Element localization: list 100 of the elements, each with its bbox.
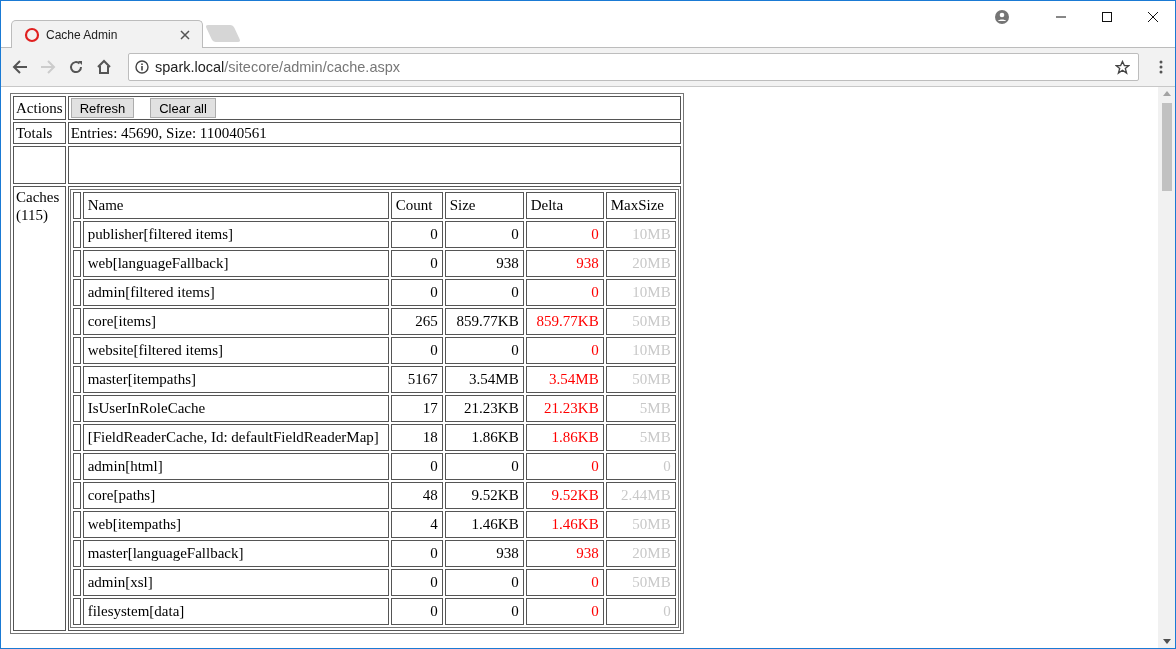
table-cell: 9.52KB — [444, 482, 524, 509]
info-icon — [135, 60, 149, 74]
scrollbar-thumb[interactable] — [1161, 103, 1172, 191]
table-cell: 0 — [525, 569, 604, 596]
table-cell: 0 — [390, 221, 443, 248]
table-cell: 3.54MB — [444, 366, 524, 393]
maximize-icon[interactable] — [1101, 11, 1113, 23]
table-cell: 0 — [525, 453, 604, 480]
table-cell: IsUserInRoleCache — [82, 395, 389, 422]
menu-icon[interactable] — [1159, 60, 1163, 74]
table-cell: 21.23KB — [444, 395, 524, 422]
empty-cell — [72, 308, 81, 335]
ring-icon — [24, 26, 40, 43]
scrollbar[interactable] — [1158, 87, 1175, 648]
empty-cell — [13, 146, 66, 184]
close-icon[interactable] — [1147, 11, 1159, 23]
empty-cell — [72, 192, 81, 219]
table-cell: admin[xsl] — [82, 569, 389, 596]
scroll-down-icon[interactable] — [1162, 639, 1171, 644]
empty-cell — [72, 540, 81, 567]
table-cell: core[paths] — [82, 482, 389, 509]
table-cell: 17 — [390, 395, 443, 422]
empty-cell — [72, 250, 81, 277]
table-cell: 0 — [390, 337, 443, 364]
empty-cell — [72, 453, 81, 480]
table-cell: 0 — [444, 598, 524, 625]
empty-cell — [72, 279, 81, 306]
refresh-button[interactable]: Refresh — [70, 98, 135, 118]
empty-cell — [72, 482, 81, 509]
address-bar[interactable]: spark.local/sitecore/admin/cache.aspx — [128, 53, 1139, 81]
account-icon[interactable] — [995, 10, 1009, 24]
table-cell: 938 — [444, 250, 524, 277]
column-header: MaxSize — [605, 192, 676, 219]
column-header: Name — [82, 192, 389, 219]
table-cell: 0 — [390, 569, 443, 596]
table-cell: publisher[filtered items] — [82, 221, 389, 248]
table-cell: 0 — [444, 279, 524, 306]
empty-cell — [72, 424, 81, 451]
browser-tab[interactable]: Cache Admin — [11, 20, 203, 48]
table-cell: 0 — [390, 598, 443, 625]
close-icon[interactable] — [180, 29, 190, 40]
table-cell: 0 — [525, 279, 604, 306]
table-cell: admin[filtered items] — [82, 279, 389, 306]
table-cell: 4 — [390, 511, 443, 538]
table-cell: 859.77KB — [525, 308, 604, 335]
table-cell: 0 — [444, 569, 524, 596]
table-cell: web[itempaths] — [82, 511, 389, 538]
table-cell: 0 — [525, 598, 604, 625]
table-cell: admin[html] — [82, 453, 389, 480]
table-cell: 0 — [390, 250, 443, 277]
back-arrow-icon[interactable] — [12, 59, 28, 75]
table-cell: 0 — [444, 337, 524, 364]
column-header: Size — [444, 192, 524, 219]
empty-cell — [72, 569, 81, 596]
table-cell: 938 — [525, 250, 604, 277]
table-cell: 0 — [525, 337, 604, 364]
column-header: Count — [390, 192, 443, 219]
totals-text: Entries: 45690, Size: 110040561 — [70, 124, 267, 141]
column-header: Delta — [525, 192, 604, 219]
table-cell: 1.46KB — [525, 511, 604, 538]
table-cell: 938 — [525, 540, 604, 567]
table-cell: 21.23KB — [525, 395, 604, 422]
table-cell: web[languageFallback] — [82, 250, 389, 277]
table-cell: 0 — [390, 540, 443, 567]
table-cell: 1.86KB — [525, 424, 604, 451]
url-text: spark.local/sitecore/admin/cache.aspx — [155, 59, 401, 75]
row-label: Actions — [16, 100, 63, 116]
table-cell: 938 — [444, 540, 524, 567]
table-cell: 48 — [390, 482, 443, 509]
table-cell: 1.46KB — [444, 511, 524, 538]
table-cell: website[filtered items] — [82, 337, 389, 364]
table-cell: master[languageFallback] — [82, 540, 389, 567]
empty-cell — [72, 598, 81, 625]
clear-all-button[interactable]: Clear all — [150, 98, 216, 118]
table-cell: 0 — [444, 453, 524, 480]
row-label: Totals — [16, 125, 53, 141]
reload-icon[interactable] — [68, 59, 84, 75]
star-icon[interactable] — [1115, 59, 1130, 75]
home-icon[interactable] — [96, 59, 112, 75]
row-label: Caches (115) — [16, 189, 60, 223]
table-cell: 3.54MB — [525, 366, 604, 393]
table-cell: [FieldReaderCache, Id: defaultFieldReaderMap] — [82, 424, 389, 451]
table-cell: 859.77KB — [444, 308, 524, 335]
table-cell: filesystem[data] — [82, 598, 389, 625]
empty-cell — [72, 395, 81, 422]
table-cell: 9.52KB — [525, 482, 604, 509]
empty-cell — [72, 366, 81, 393]
empty-cell — [72, 337, 81, 364]
table-cell: 265 — [390, 308, 443, 335]
table-cell: core[items] — [82, 308, 389, 335]
table-cell: master[itempaths] — [82, 366, 389, 393]
table-cell: 18 — [390, 424, 443, 451]
empty-cell — [72, 221, 81, 248]
table-cell: 1.86KB — [444, 424, 524, 451]
table-cell: 0 — [390, 453, 443, 480]
table-cell: 0 — [525, 221, 604, 248]
table-cell: 0 — [444, 221, 524, 248]
table-cell: 0 — [390, 279, 443, 306]
empty-cell — [72, 511, 81, 538]
table-cell: 5167 — [390, 366, 443, 393]
